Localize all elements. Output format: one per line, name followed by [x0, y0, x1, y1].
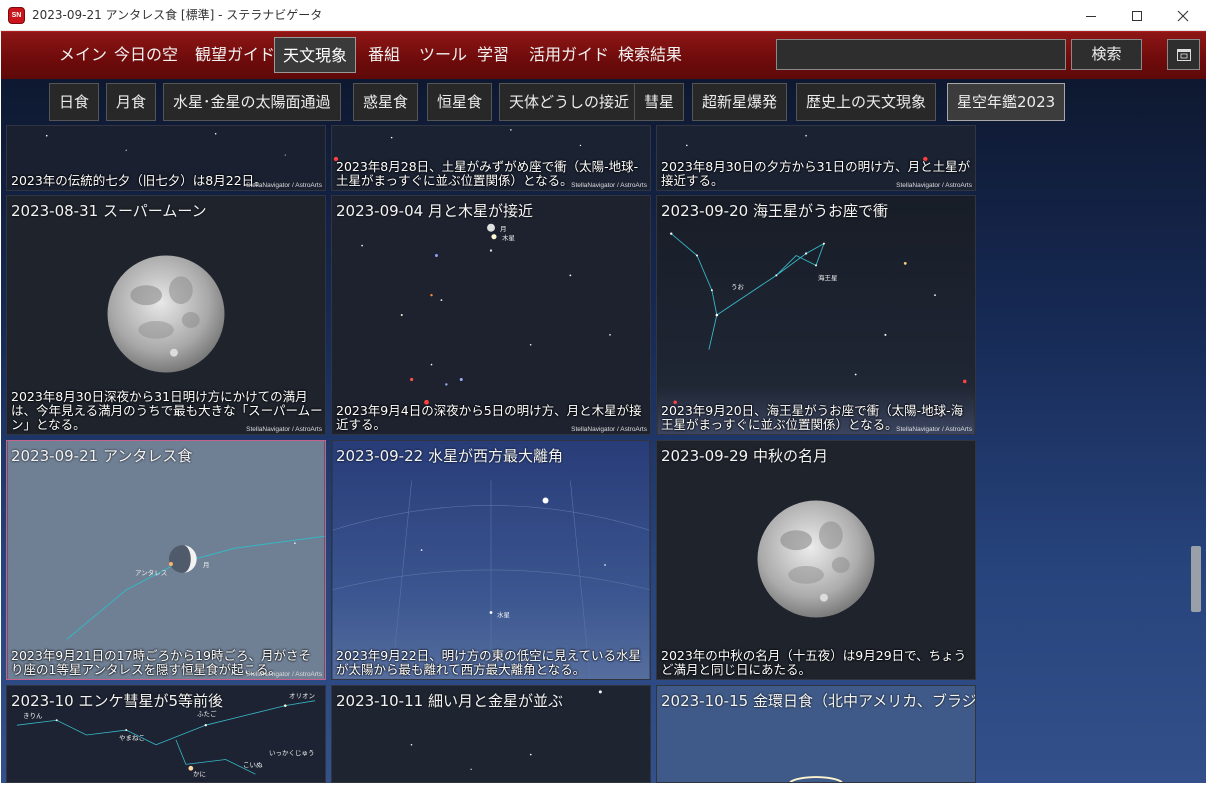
card-title: 2023-09-20 海王星がうお座で衝 [661, 202, 888, 220]
event-card[interactable]: 2023-10-15 金環日食（北中アメリカ、ブラジル） [656, 685, 976, 783]
fullscreen-button[interactable] [1167, 39, 1200, 70]
scrollbar-thumb[interactable] [1191, 546, 1201, 612]
card-title: 2023-09-29 中秋の名月 [661, 447, 828, 465]
event-card[interactable]: 月 木星 2023-09-04 月と木星が接近 2023年9月4日の深夜から5日… [331, 195, 651, 435]
subnav-item-planetary-occultation[interactable]: 惑星食 [353, 83, 419, 121]
close-button[interactable] [1160, 0, 1206, 31]
window-mode-icon [1176, 48, 1191, 61]
app-logo-icon: SN [8, 7, 25, 24]
mercury-label: 水星 [497, 611, 510, 619]
card-title: 2023-08-31 スーパームーン [11, 202, 207, 220]
card-title: 2023-09-04 月と木星が接近 [336, 202, 533, 220]
event-card[interactable]: 2023-10-11 細い月と金星が並ぶ [331, 685, 651, 783]
full-moon-image [657, 441, 975, 679]
subnav-item-transit[interactable]: 水星･金星の太陽面通過 [163, 83, 341, 121]
monoceros-label: いっかくじゅう [269, 749, 315, 757]
cancer-label: かに [193, 770, 206, 778]
card-credit: StellaNavigator / AstroArts [896, 426, 972, 433]
card-title: 2023-09-22 水星が西方最大離角 [336, 447, 563, 465]
subnav-item-almanac-2023[interactable]: 星空年鑑2023 [947, 83, 1066, 121]
maximize-button[interactable] [1114, 0, 1160, 31]
close-icon [1177, 10, 1189, 21]
event-card[interactable]: 2023年8月30日の夕方から31日の明け方、月と土星が接近する。 Stella… [656, 125, 976, 191]
card-credit: StellaNavigator / AstroArts [896, 182, 972, 189]
jupiter-label: 木星 [502, 234, 515, 242]
constellation-chart-image [657, 196, 975, 434]
card-title: 2023-10-11 細い月と金星が並ぶ [336, 692, 563, 710]
card-credit: StellaNavigator / AstroArts [246, 426, 322, 433]
subnav-item-comet[interactable]: 彗星 [634, 83, 685, 121]
card-caption: 2023年の中秋の名月（十五夜）は9月29日で、ちょうど満月と同じ日にあたる。 [661, 648, 967, 677]
subnav-item-conjunction[interactable]: 天体どうしの接近 [499, 83, 640, 121]
event-card[interactable]: 2023-08-31 スーパームーン 2023年8月30日深夜から31日明け方に… [6, 195, 326, 435]
pisces-label: うお [731, 283, 744, 291]
maximize-icon [1132, 10, 1142, 21]
content-area: 日食 月食 水星･金星の太陽面通過 惑星食 恒星食 天体どうしの接近 彗星 超新… [1, 79, 1206, 783]
card-credit: StellaNavigator / AstroArts [571, 182, 647, 189]
nav-item-astro-events[interactable]: 天文現象 [274, 37, 357, 73]
moon-label: 月 [203, 561, 210, 569]
search-input[interactable] [776, 39, 1066, 70]
nav-item-learning[interactable]: 学習 [469, 37, 517, 73]
nav-item-search-results[interactable]: 検索結果 [610, 37, 690, 73]
card-title: 2023-09-21 アンタレス食 [11, 447, 193, 465]
card-title: 2023-10 エンケ彗星が5等前後 [11, 692, 223, 710]
event-card-selected[interactable]: アンタレス 月 2023-09-21 アンタレス食 2023年9月21日の17時… [6, 440, 326, 680]
nav-item-observation-guide[interactable]: 観望ガイド [187, 37, 283, 73]
antares-label: アンタレス [135, 569, 168, 577]
lynx-label: やまねこ [119, 734, 145, 742]
camelopardalis-label: きりん [23, 712, 43, 720]
occultation-chart-image [7, 441, 325, 679]
nav-item-tools[interactable]: ツール [411, 37, 475, 73]
search-button[interactable]: 検索 [1071, 39, 1142, 70]
nav-item-programs[interactable]: 番組 [360, 37, 408, 73]
card-credit: StellaNavigator / AstroArts [246, 182, 322, 189]
minimize-button[interactable] [1068, 0, 1114, 31]
nav-item-usage-guide[interactable]: 活用ガイド [521, 37, 617, 73]
card-credit: StellaNavigator / AstroArts [571, 426, 647, 433]
neptune-label: 海王星 [818, 274, 838, 282]
subnav-item-historical[interactable]: 歴史上の天文現象 [796, 83, 937, 121]
window-title: 2023-09-21 アンタレス食 [標準] - ステラナビゲータ [32, 8, 323, 22]
minimize-icon [1086, 15, 1096, 17]
card-title: 2023-10-15 金環日食（北中アメリカ、ブラジル） [661, 692, 976, 710]
event-card[interactable]: 海王星 うお 2023-09-20 海王星がうお座で衝 2023年9月20日、海… [656, 195, 976, 435]
event-card[interactable]: 2023年8月28日、土星がみずがめ座で衝（太陽-地球-土星がまっすぐに並ぶ位置… [331, 125, 651, 191]
subnav-item-supernova[interactable]: 超新星爆発 [692, 83, 788, 121]
canis-minor-label: こいぬ [243, 761, 263, 769]
subnav-item-stellar-occultation[interactable]: 恒星食 [427, 83, 493, 121]
event-card[interactable]: 水星 2023-09-22 水星が西方最大離角 2023年9月22日、明け方の東… [331, 440, 651, 680]
orion-label: オリオン [289, 692, 315, 700]
main-nav: メイン 今日の空 観望ガイド 天文現象 番組 ツール 学習 活用ガイド 検索結果… [1, 31, 1206, 79]
sky-chart-image [332, 196, 650, 434]
event-card[interactable]: オリオン きりん ふたご やまねこ いっかくじゅう こいぬ かに 2023-10… [6, 685, 326, 783]
event-card[interactable]: 2023年の伝統的七夕（旧七夕）は8月22日。 StellaNavigator … [6, 125, 326, 191]
title-bar: SN 2023-09-21 アンタレス食 [標準] - ステラナビゲータ [0, 0, 1207, 31]
subnav-item-lunar-eclipse[interactable]: 月食 [106, 83, 157, 121]
event-card[interactable]: 2023-09-29 中秋の名月 2023年の中秋の名月（十五夜）は9月29日で… [656, 440, 976, 680]
card-credit: StellaNavigator / AstroArts [246, 671, 322, 678]
subnav-item-solar-eclipse[interactable]: 日食 [49, 83, 100, 121]
card-caption: 2023年9月22日、明け方の東の低空に見えている水星が太陽から最も離れて西方最… [336, 648, 642, 677]
dawn-sky-image [332, 441, 650, 679]
nav-item-today-sky[interactable]: 今日の空 [106, 37, 186, 73]
